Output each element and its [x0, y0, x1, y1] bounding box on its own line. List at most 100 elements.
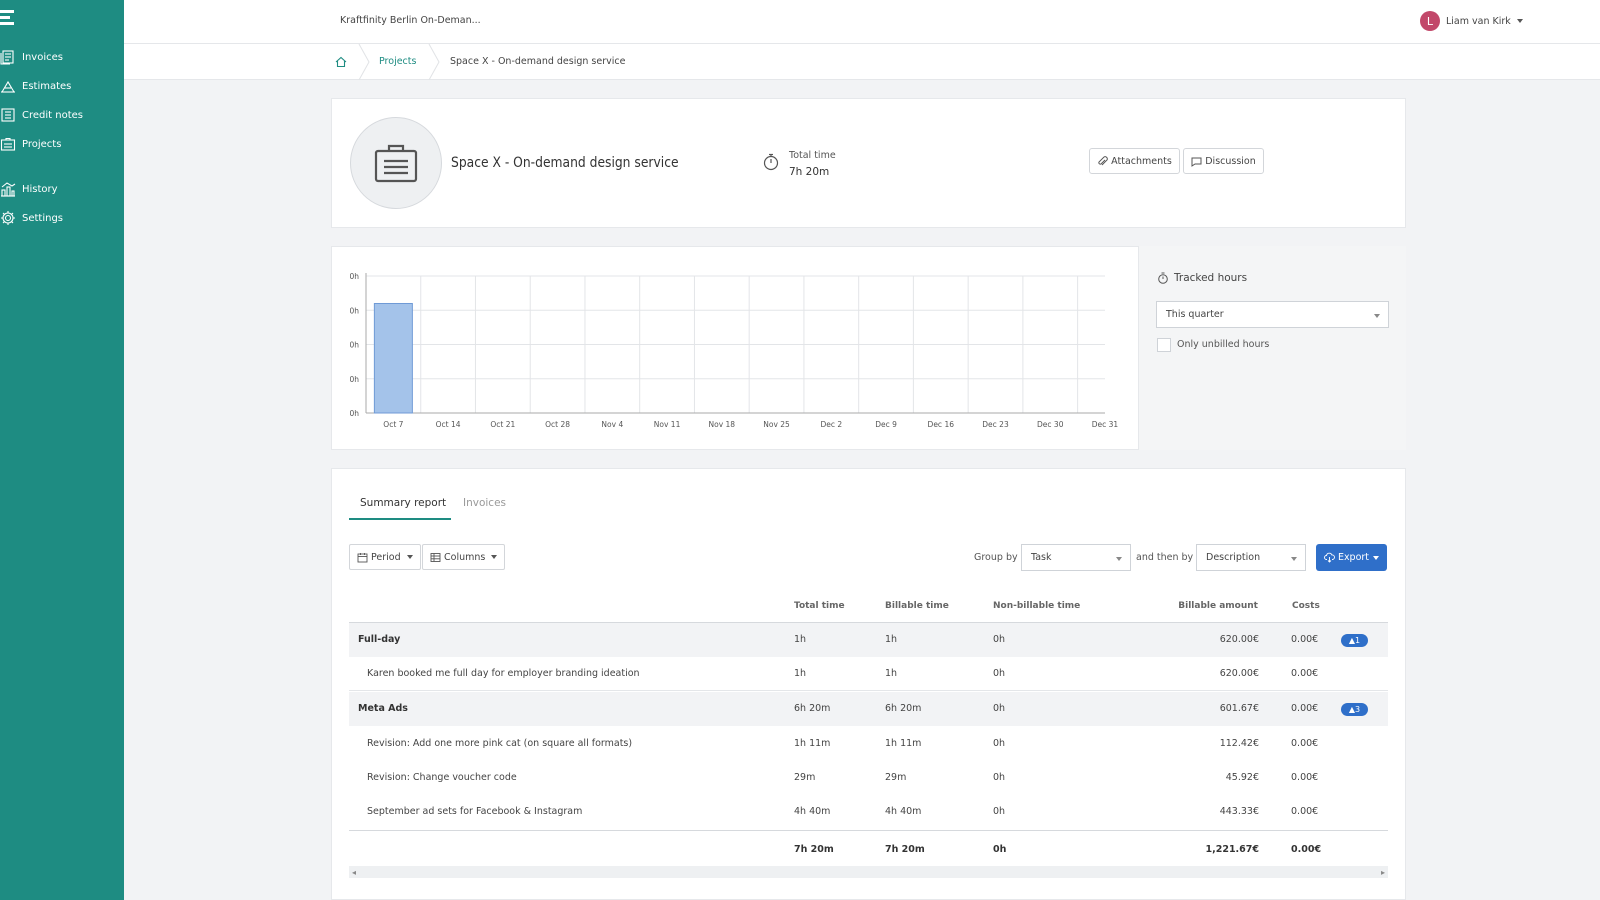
row-billable-time: 1h: [885, 668, 898, 679]
chevron-down-icon: [1373, 555, 1380, 560]
column-header-non-billable-time[interactable]: Non-billable time: [993, 601, 1080, 611]
row-non-billable-time: 0h: [993, 668, 1006, 679]
group-by-value: Task: [1031, 552, 1052, 563]
project-title: Space X - On-demand design service: [451, 155, 679, 171]
history-icon: [1, 182, 16, 197]
discussion-label: Discussion: [1205, 155, 1256, 167]
projects-icon: [0, 137, 16, 151]
sidebar-item-projects[interactable]: Projects: [0, 134, 61, 154]
attachments-button[interactable]: Attachments: [1089, 148, 1180, 174]
row-name: September ad sets for Facebook & Instagr…: [367, 806, 583, 817]
y-tick-label: 0h: [349, 375, 359, 384]
period-select[interactable]: This quarter: [1156, 301, 1389, 328]
row-name: Full-day: [358, 634, 401, 645]
tracked-hours-panel: Tracked hours This quarter Only unbilled…: [1138, 246, 1406, 450]
x-tick-label: Nov 25: [763, 420, 790, 429]
row-costs: 0.00€: [1291, 806, 1319, 817]
x-tick-label: Nov 4: [601, 420, 623, 429]
row-non-billable-time: 0h: [993, 634, 1006, 645]
x-tick-label: Oct 28: [545, 420, 570, 429]
tab-invoices[interactable]: Invoices: [463, 497, 506, 509]
group-by-select[interactable]: Task: [1021, 544, 1131, 571]
unbilled-checkbox-label: Only unbilled hours: [1177, 339, 1270, 350]
table-row[interactable]: September ad sets for Facebook & Instagr…: [349, 795, 1388, 829]
then-by-label: and then by: [1136, 552, 1194, 563]
sidebar-item-estimates[interactable]: Estimates: [0, 76, 71, 96]
collapse-badge[interactable]: ▲1: [1341, 634, 1368, 647]
sidebar-item-label: Invoices: [22, 51, 63, 63]
column-header-billable-amount[interactable]: Billable amount: [1158, 601, 1258, 611]
y-tick-label: 0h: [349, 409, 359, 418]
totals-non-billable-time: 0h: [993, 844, 1007, 855]
x-tick-label: Oct 21: [490, 420, 515, 429]
x-tick-label: Oct 7: [383, 420, 403, 429]
row-name: Revision: Add one more pink cat (on squa…: [367, 738, 633, 749]
sidebar-item-credit-notes[interactable]: Credit notes: [0, 105, 83, 125]
totals-total-time: 7h 20m: [794, 844, 834, 855]
group-by-label: Group by: [974, 552, 1018, 563]
table-group-row[interactable]: Meta Ads 6h 20m 6h 20m 0h 601.67€ 0.00€ …: [349, 692, 1388, 726]
x-tick-label: Nov 11: [654, 420, 681, 429]
app-logo[interactable]: [0, 10, 16, 28]
scroll-left-icon[interactable]: ◂: [352, 868, 356, 877]
row-costs: 0.00€: [1291, 703, 1319, 714]
row-total-time: 4h 40m: [794, 806, 831, 817]
column-header-total-time[interactable]: Total time: [794, 601, 845, 611]
period-button[interactable]: Period: [349, 544, 421, 570]
table-row[interactable]: Karen booked me full day for employer br…: [349, 657, 1388, 691]
x-tick-label: Dec 16: [928, 420, 955, 429]
chevron-down-icon: [406, 555, 413, 559]
discussion-button[interactable]: Discussion: [1183, 148, 1264, 174]
row-total-time: 1h: [794, 634, 807, 645]
paperclip-icon: [1098, 155, 1108, 165]
avatar: L: [1420, 11, 1440, 31]
invoice-icon: [0, 50, 14, 65]
export-label: Export: [1337, 552, 1370, 563]
row-billable-time: 4h 40m: [885, 806, 922, 817]
cloud-download-icon: [1324, 552, 1335, 563]
home-icon[interactable]: [334, 55, 348, 69]
calendar-icon: [357, 552, 368, 562]
row-billable-time: 29m: [885, 772, 907, 783]
column-header-billable-time[interactable]: Billable time: [885, 601, 949, 611]
horizontal-scrollbar[interactable]: ◂ ▸: [349, 866, 1388, 878]
row-non-billable-time: 0h: [993, 738, 1006, 749]
project-header-card: Space X - On-demand design service Total…: [331, 98, 1406, 228]
breadcrumb-projects-link[interactable]: Projects: [379, 56, 416, 67]
sidebar-item-label: Estimates: [22, 80, 72, 92]
attachments-label: Attachments: [1111, 155, 1172, 167]
total-time-label: Total time: [789, 150, 836, 161]
row-non-billable-time: 0h: [993, 806, 1006, 817]
user-menu[interactable]: L Liam van Kirk: [1420, 11, 1523, 31]
then-by-select[interactable]: Description: [1196, 544, 1306, 571]
collapse-badge[interactable]: ▲3: [1341, 703, 1368, 716]
x-tick-label: Oct 14: [436, 420, 461, 429]
tab-summary-report[interactable]: Summary report: [360, 497, 446, 509]
totals-costs: 0.00€: [1291, 844, 1322, 855]
user-name: Liam van Kirk: [1446, 15, 1511, 27]
columns-button[interactable]: Columns: [422, 544, 506, 570]
export-button[interactable]: Export: [1316, 544, 1387, 571]
sidebar-item-label: Projects: [22, 138, 62, 150]
gear-icon: [1, 211, 15, 225]
stopwatch-icon: [763, 153, 779, 171]
sidebar-item-settings[interactable]: Settings: [0, 208, 63, 228]
total-time-value: 7h 20m: [789, 166, 830, 178]
briefcase-icon: [374, 144, 418, 183]
breadcrumb: Projects Space X - On-demand design serv…: [124, 44, 1600, 80]
table-group-row[interactable]: Full-day 1h 1h 0h 620.00€ 0.00€ ▲1: [349, 623, 1388, 657]
unbilled-checkbox[interactable]: [1157, 338, 1171, 352]
sidebar-item-history[interactable]: History: [0, 179, 58, 199]
row-non-billable-time: 0h: [993, 772, 1006, 783]
totals-billable-amount: 1,221.67€: [1205, 844, 1260, 855]
column-header-costs[interactable]: Costs: [1292, 601, 1320, 611]
row-billable-amount: 620.00€: [1219, 668, 1259, 679]
company-name[interactable]: Kraftfinity Berlin On-Deman...: [340, 15, 481, 26]
chat-icon: [1191, 157, 1202, 167]
table-row[interactable]: Revision: Change voucher code 29m 29m 0h…: [349, 761, 1388, 795]
table-row[interactable]: Revision: Add one more pink cat (on squa…: [349, 727, 1388, 761]
sidebar-item-invoices[interactable]: Invoices: [0, 47, 63, 67]
row-billable-amount: 443.33€: [1219, 806, 1259, 817]
scroll-right-icon[interactable]: ▸: [1381, 868, 1385, 877]
row-name: Meta Ads: [358, 703, 408, 714]
